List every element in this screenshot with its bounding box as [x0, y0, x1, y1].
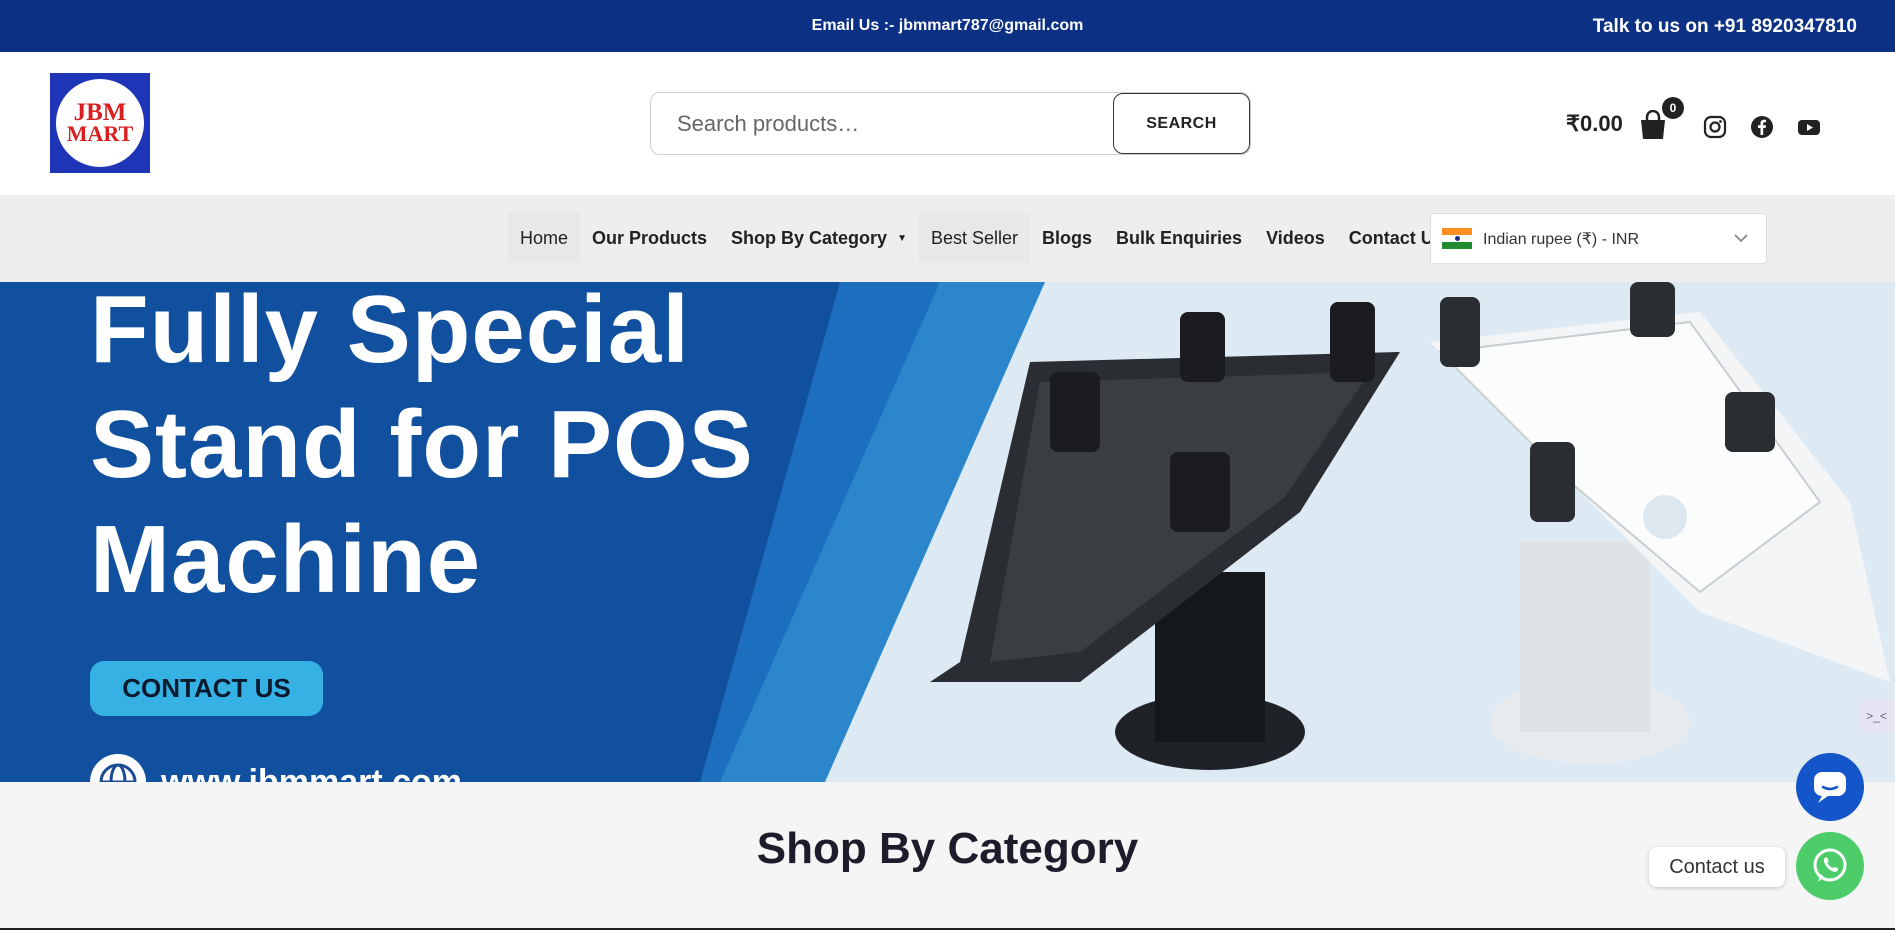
- caret-down-icon: ▼: [897, 232, 907, 244]
- hero-banner[interactable]: Fully Special Stand for POS Machine CONT…: [0, 282, 1895, 782]
- live-chat-button[interactable]: [1796, 753, 1864, 821]
- nav-label: Our Products: [592, 227, 708, 248]
- instagram-icon[interactable]: [1703, 115, 1727, 139]
- hero-contact-button[interactable]: CONTACT US: [90, 661, 323, 716]
- nav-item-videos[interactable]: Videos: [1254, 213, 1337, 263]
- nav-item-bulk-enquiries[interactable]: Bulk Enquiries: [1104, 213, 1254, 263]
- nav-label: Best Seller: [930, 227, 1019, 248]
- whatsapp-button[interactable]: [1796, 832, 1864, 900]
- shopping-bag-icon[interactable]: [1639, 110, 1667, 140]
- hero-title: Fully Special Stand for POS Machine: [90, 282, 754, 617]
- shop-by-category-section: Shop By Category: [0, 782, 1895, 930]
- india-flag-icon: [1442, 228, 1472, 249]
- facebook-icon[interactable]: [1750, 115, 1774, 139]
- nav-label: Shop By Category: [731, 227, 888, 248]
- logo-line2: MART: [66, 121, 134, 146]
- currency-label: Indian rupee (₹) - INR: [1483, 230, 1640, 248]
- nav-label: Blogs: [1042, 227, 1093, 248]
- whatsapp-icon: [1813, 848, 1847, 882]
- main-navigation: Home Our Products Shop By Category ▼ Best…: [0, 195, 1895, 282]
- side-tab[interactable]: >_<: [1858, 698, 1895, 734]
- header: JBM MART SEARCH ₹0.00 0: [0, 52, 1895, 195]
- youtube-icon[interactable]: [1797, 115, 1821, 139]
- phone-text[interactable]: Talk to us on +91 8920347810: [1593, 16, 1857, 38]
- nav-label: Home: [520, 227, 569, 248]
- website-text: www.jbmmart.com: [161, 762, 463, 783]
- hero-website: www.jbmmart.com: [90, 754, 462, 782]
- nav-item-best-seller[interactable]: Best Seller: [918, 213, 1031, 263]
- search-input[interactable]: [651, 93, 1113, 154]
- chat-bubble-icon: [1814, 772, 1846, 803]
- search-form: SEARCH: [650, 92, 1251, 155]
- nav-item-home[interactable]: Home: [508, 213, 581, 263]
- whatsapp-label[interactable]: Contact us: [1649, 847, 1785, 887]
- top-bar: Email Us :- jbmmart787@gmail.com Talk to…: [0, 0, 1895, 52]
- nav-item-our-products[interactable]: Our Products: [580, 213, 719, 263]
- site-logo[interactable]: JBM MART: [50, 73, 150, 173]
- hero-title-line1: Fully Special: [90, 282, 690, 383]
- chevron-down-icon: [1734, 234, 1748, 243]
- nav-item-blogs[interactable]: Blogs: [1030, 213, 1104, 263]
- globe-icon: [90, 754, 146, 782]
- nav-menu: Home Our Products Shop By Category ▼ Best…: [508, 213, 1456, 263]
- white-pos-stand-image: [1430, 282, 1890, 764]
- search-button[interactable]: SEARCH: [1113, 93, 1250, 154]
- logo-line1: JBM: [73, 99, 127, 126]
- cart-total[interactable]: ₹0.00: [1566, 111, 1623, 137]
- hero-title-line2: Stand for POS: [90, 391, 754, 498]
- section-title: Shop By Category: [756, 824, 1139, 873]
- hero-title-line3: Machine: [90, 506, 482, 613]
- logo-circle: JBM MART: [56, 79, 144, 167]
- nav-item-shop-by-category[interactable]: Shop By Category ▼: [719, 213, 919, 263]
- cart-count-badge: 0: [1662, 97, 1684, 119]
- currency-switcher[interactable]: Indian rupee (₹) - INR: [1430, 213, 1767, 264]
- nav-label: Bulk Enquiries: [1116, 227, 1243, 248]
- nav-label: Videos: [1266, 227, 1325, 248]
